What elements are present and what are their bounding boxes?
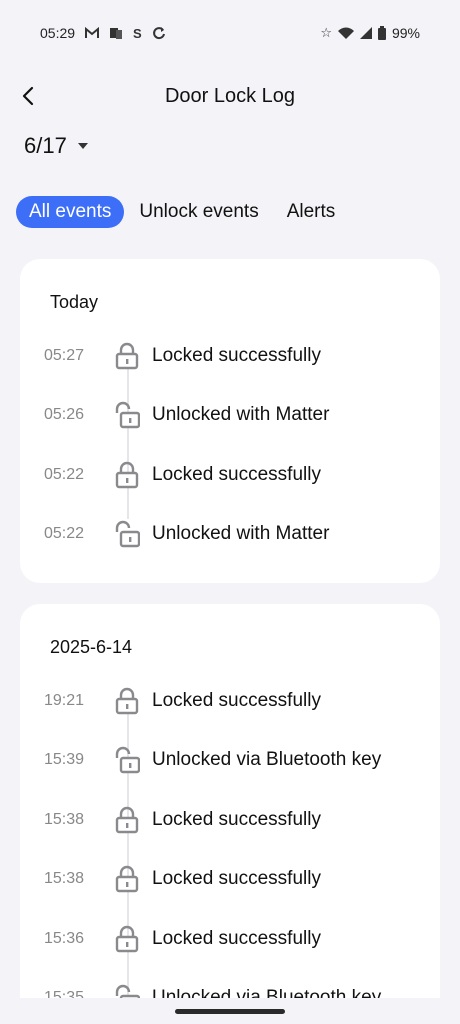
event-text: Unlocked with Matter (152, 523, 330, 544)
dropdown-arrow-icon (77, 143, 88, 149)
gesture-nav-handle[interactable] (175, 1009, 285, 1014)
day-card-2025-6-14: 2025-6-14 19:21 Locked successfully 15:3… (20, 604, 440, 1024)
event-time: 15:39 (44, 751, 85, 768)
back-button[interactable] (10, 78, 46, 114)
event-text: Unlocked via Bluetooth key (152, 749, 382, 770)
star-icon: ☆ (320, 25, 332, 40)
event-time: 19:21 (44, 692, 85, 709)
event-text: Locked successfully (152, 868, 321, 889)
event-row[interactable]: 15:38 Locked successfully (20, 857, 440, 901)
event-time: 05:27 (44, 347, 85, 364)
event-text: Locked successfully (152, 928, 321, 949)
signal-icon (359, 27, 372, 39)
lock-closed-icon (115, 865, 139, 893)
s-icon: S (133, 25, 142, 41)
status-right: ☆ 99% (320, 25, 420, 41)
event-time: 15:36 (44, 930, 85, 947)
event-time: 05:22 (44, 466, 85, 483)
wifi-icon (337, 27, 354, 40)
event-row[interactable]: 15:36 Locked successfully (20, 917, 440, 961)
gmail-icon (85, 27, 100, 39)
event-text: Locked successfully (152, 690, 321, 711)
status-left: 05:29 S (40, 25, 166, 41)
event-time: 15:38 (44, 870, 85, 887)
date-value: 6/17 (24, 133, 67, 158)
battery-percent: 99% (391, 25, 420, 41)
tab-alerts[interactable]: Alerts (274, 196, 349, 228)
event-row[interactable]: 15:38 Locked successfully (20, 798, 440, 842)
battery-icon (377, 26, 386, 40)
page-title: Door Lock Log (164, 84, 296, 107)
tab-all-events[interactable]: All events (16, 196, 125, 228)
event-text: Unlocked with Matter (152, 404, 330, 425)
back-arrow-icon (22, 86, 34, 106)
event-row[interactable]: 19:21 Locked successfully (20, 679, 440, 723)
lock-open-icon (115, 520, 140, 548)
filter-tabs: All events Unlock events Alerts (16, 196, 348, 228)
app-bar: Door Lock Log (0, 72, 460, 120)
event-row[interactable]: 05:22 Locked successfully (20, 453, 440, 497)
event-text: Locked successfully (152, 809, 321, 830)
event-row[interactable]: 15:39 Unlocked via Bluetooth key (20, 738, 440, 782)
event-text: Locked successfully (152, 345, 321, 366)
event-row[interactable]: 05:27 Locked successfully (20, 334, 440, 378)
event-row[interactable]: 05:22 Unlocked with Matter (20, 512, 440, 556)
status-bar: 05:29 S ☆ 99% (0, 0, 460, 66)
lock-closed-icon (115, 687, 139, 715)
event-text: Locked successfully (152, 464, 321, 485)
lock-open-icon (115, 746, 140, 774)
event-time: 15:38 (44, 811, 85, 828)
lock-open-icon (115, 401, 140, 429)
event-time: 05:22 (44, 525, 85, 542)
day-label: 2025-6-14 (50, 637, 133, 657)
lock-closed-icon (115, 342, 139, 370)
lock-closed-icon (115, 806, 139, 834)
day-label: Today (50, 292, 99, 312)
status-time: 05:29 (40, 25, 76, 41)
event-row[interactable]: 05:26 Unlocked with Matter (20, 393, 440, 437)
app-icon (109, 26, 123, 40)
lock-closed-icon (115, 925, 139, 953)
day-card-today: Today 05:27 Locked successfully 05:26 Un… (20, 259, 440, 583)
sync-icon (152, 26, 166, 40)
event-time: 05:26 (44, 406, 85, 423)
lock-closed-icon (115, 461, 139, 489)
tab-unlock-events[interactable]: Unlock events (126, 196, 271, 228)
date-picker[interactable]: 6/17 (24, 128, 89, 164)
